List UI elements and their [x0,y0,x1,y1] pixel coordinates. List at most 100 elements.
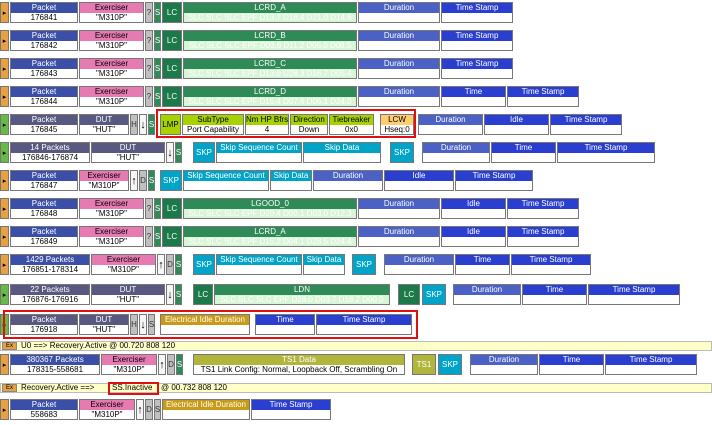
exerciser-cell: Exerciser "M310P" [79,399,135,420]
packet-cell: Packet 176847 [10,170,78,191]
duration-cell: Duration 16.040 ns [358,226,440,247]
packet-row-558683[interactable]: ▸ Packet 558683 Exerciser "M310P" ↑ D S El… [0,399,712,420]
packet-cell: Packet 176843 [10,58,78,79]
packet-range-cell: 380367 Packets 178315-558681 [10,354,100,375]
row-expand-icon[interactable]: ▸ [0,226,9,247]
exerciser-cell: Exerciser "M310P" [79,30,144,51]
packet-range-cell: 22 Packets 176876-176916 [10,284,90,305]
lgood-cell: LGOOD_0 SLC SLC SLC EPF D29.4 D00.1 D03.0… [183,198,357,219]
ex-badge: Ex [2,342,17,350]
row-expand-icon[interactable]: ▸ [0,114,9,135]
timestamp-cell: Time Stamp 0 . 000 000 864 [557,142,655,163]
lc-cell: LC [162,2,182,23]
packet-row-176842[interactable]: ▸ Packet 176842 Exerciser "M310P" ? S LC L… [0,30,712,51]
packet-row-176876[interactable]: ▸ 22 Packets 176876-176916 DUT "HUT" ↓ S L… [0,284,712,305]
lc-cell: LC [162,198,182,219]
state-transition-u0[interactable]: Ex U0 ==> Recovery.Active @ 00.720 808 1… [0,341,712,351]
exerciser-cell: Exerciser "M310P" [79,226,144,247]
packet-number: 176841 [11,13,77,22]
row-expand-icon[interactable]: ▸ [0,30,9,51]
idle-cell: Idle 539.950 ns [441,226,506,247]
s-flag: S [154,30,161,51]
row-expand-icon[interactable]: ▸ [0,142,9,163]
duration-cell: Duration 16.040 ns [453,284,521,305]
lcrd-cell: LCRD_C SLC SLC SLC EPF D13.0 D28.3 D16.7 … [183,58,357,79]
exerciser-cell: Exerciser "M310P" [79,170,129,191]
subtype-cell: SubType Port Capability [182,114,244,135]
row-expand-icon[interactable]: ▸ [0,198,9,219]
electrical-idle-cell: Electrical Idle Duration 0.000 ns [160,314,250,335]
row-expand-icon[interactable]: ▸ [0,86,9,107]
s-flag: S [175,254,182,275]
s-flag: S [175,142,182,163]
skp-cell: SKP [193,254,215,275]
d-cell: D [166,254,174,275]
tiebreaker-cell: Tiebreaker 0x0 [329,114,374,135]
idle-cell: Idle 111.890 ns [384,170,454,191]
skp-cell: SKP [160,170,182,191]
lcrd-cell: LCRD_A SLC SLC SLC EPF D13.7 D18.4 D21.0 … [183,2,357,23]
row-expand-icon[interactable]: ▸ [0,284,9,305]
lcrd-cell: LCRD_D SLC SLC SLC EPF D15.4 D07.6 D06.1 … [183,86,357,107]
lc-cell: LC [162,86,182,107]
packet-cell: Packet 558683 [10,399,78,420]
packet-row-176845[interactable]: ▸ Packet 176845 DUT "HUT" H ↓ S LMP SubTyp… [0,114,712,135]
s-flag: S [154,86,161,107]
row-expand-icon[interactable]: ▸ [0,58,9,79]
row-expand-icon[interactable]: ▸ [0,399,9,420]
question-cell: ? [145,2,153,23]
duration-cell: Duration 16.040 ns [358,30,440,51]
packet-cell: Packet 176841 [10,2,78,23]
idle-cell: Idle 87.890 ns [484,114,549,135]
packet-row-176847[interactable]: ▸ Packet 176847 Exerciser "M310P" ↑ D S SK… [0,170,712,191]
row-expand-icon[interactable]: ▸ [0,354,9,375]
duration-cell: Duration 16.040 ns [358,58,440,79]
d-cell: D [167,354,175,375]
question-cell: ? [145,198,153,219]
duration-cell: Duration 4.010 ns [313,170,383,191]
packet-range-cell: 1429 Packets 176851-178314 [10,254,90,275]
packet-row-176851[interactable]: ▸ 1429 Packets 176851-178314 Exerciser "M3… [0,254,712,275]
exerciser-cell: Exerciser "M310P" [79,86,144,107]
packet-header: Packet [31,3,57,12]
transition-pre-text: Recovery.Active ==> [21,383,95,392]
packet-row-176843[interactable]: ▸ Packet 176843 Exerciser "M310P" ? S LC L… [0,58,712,79]
d-cell: D [145,399,153,420]
packet-row-176841[interactable]: ▸ Packet 176841 Exerciser "M310P" ? S LC L… [0,2,712,23]
row-expand-icon[interactable]: ▸ [0,314,9,335]
row-expand-icon[interactable]: ▸ [0,170,9,191]
nm-hp-bfrs-cell: Nm HP Bfrs 4 [245,114,289,135]
timestamp-cell: Time Stamp 0 . 001 021 292 [605,354,697,375]
row-expand-icon[interactable]: ▸ [0,254,9,275]
skp-end-cell: SKP [422,284,446,305]
packet-row-176844[interactable]: ▸ Packet 176844 Exerciser "M310P" ? S LC L… [0,86,712,107]
arrow-up-icon: ↑ [130,170,138,191]
timestamp-cell: Time Stamp 0 . 000 001 032 [455,170,533,191]
time-cell: Time 12.000 ms [539,354,604,375]
packet-row-178315[interactable]: ▸ 380367 Packets 178315-558681 Exerciser "… [0,354,712,375]
packet-row-176849[interactable]: ▸ Packet 176849 Exerciser "M310P" ? S LC L… [0,226,712,247]
s-flag: S [154,198,161,219]
time-cell: Time 168.000 ns [491,142,556,163]
ex-badge: Ex [2,384,17,392]
s-flag: S [148,170,155,191]
timestamp-cell: Time Stamp 0 . 013 021 436 [251,399,331,420]
exerciser-cell: Exerciser "M310P" [79,2,144,23]
transition-text: U0 ==> Recovery.Active @ 00.720 808 120 [21,341,176,350]
exerciser-cell: Exerciser "M310P" [79,198,144,219]
arrow-up-icon: ↑ [158,354,166,375]
timestamp-cell: Time Stamp 0 . 000 000 428 [441,58,513,79]
packet-row-176846[interactable]: ▸ 14 Packets 176846-176874 DUT "HUT" ↓ S S… [0,142,712,163]
lcrd-cell: LCRD_B SLC SLC SLC EPF D03.6 D11.2 D05.0 … [183,30,357,51]
duration-cell: Duration 8.020 ns [422,142,490,163]
packet-cell: Packet 176842 [10,30,78,51]
exerciser-header: Exerciser [94,3,129,12]
ts1-data-cell: TS1 Data TS1 Link Config: Normal, Loopbac… [193,354,405,375]
row-expand-icon[interactable]: ▸ [0,2,9,23]
skp-cell: SKP [193,142,215,163]
state-transition-recovery[interactable]: Ex Recovery.Active ==> SS.Inactive @ 00.… [0,383,712,393]
packet-row-176918[interactable]: ▸ Packet 176918 DUT "HUT" H ↓ S Electrical… [0,314,712,335]
lc-cell: LC [162,30,182,51]
packet-row-176848[interactable]: ▸ Packet 176848 Exerciser "M310P" ? S LC L… [0,198,712,219]
lc-cell: LC [193,284,213,305]
